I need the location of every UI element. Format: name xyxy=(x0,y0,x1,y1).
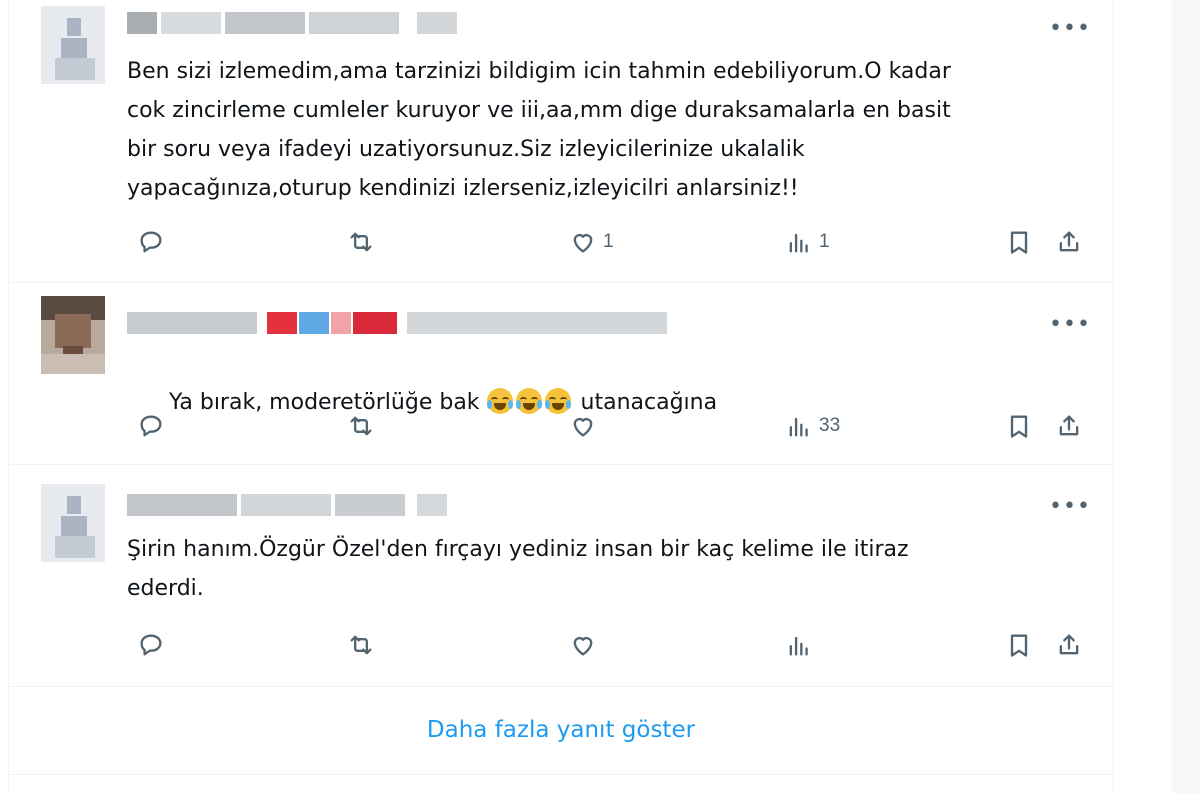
reply-tweet[interactable]: ••• Ya bırak, moderetörlüğe bak utanacağ… xyxy=(9,282,1113,465)
views-count: 33 xyxy=(819,415,841,436)
avatar[interactable] xyxy=(41,6,105,84)
blurred-username[interactable] xyxy=(127,12,467,34)
action-bar: 1 1 xyxy=(127,225,1087,259)
bookmark-button[interactable] xyxy=(1005,628,1033,662)
views-icon xyxy=(789,233,808,253)
share-icon xyxy=(1059,415,1079,436)
more-options-icon[interactable]: ••• xyxy=(1049,314,1090,338)
reply-text: Ya bırak, moderetörlüğe bak utanacağına xyxy=(127,344,1087,461)
reply-tweet[interactable]: ••• Şirin hanım.Özgür Özel'den fırçayı y… xyxy=(9,464,1113,687)
reply-button[interactable] xyxy=(137,225,165,259)
bookmark-icon xyxy=(1010,415,1028,438)
bookmark-button[interactable] xyxy=(1005,409,1033,443)
reply-text: Şirin hanım.Özgür Özel'den fırçayı yedin… xyxy=(127,537,909,601)
bookmark-button[interactable] xyxy=(1005,225,1033,259)
reply-icon xyxy=(140,634,162,656)
share-icon xyxy=(1059,231,1079,252)
retweet-button[interactable] xyxy=(347,409,375,443)
action-bar xyxy=(127,628,1087,662)
blurred-username[interactable] xyxy=(127,312,667,334)
views-icon xyxy=(789,417,808,437)
action-bar: 33 xyxy=(127,409,1087,443)
views-icon xyxy=(789,636,808,656)
retweet-button[interactable] xyxy=(347,225,375,259)
more-options-icon[interactable]: ••• xyxy=(1049,18,1090,42)
reply-button[interactable] xyxy=(137,628,165,662)
share-button[interactable] xyxy=(1055,409,1083,443)
right-sidebar-edge xyxy=(1172,0,1200,793)
views-count: 1 xyxy=(819,231,830,252)
like-button[interactable]: 1 xyxy=(569,225,614,259)
blurred-username[interactable] xyxy=(127,494,457,516)
views-button[interactable] xyxy=(785,628,819,662)
more-options-icon[interactable]: ••• xyxy=(1049,496,1090,520)
like-count: 1 xyxy=(603,231,614,252)
reply-icon xyxy=(140,415,162,437)
retweet-icon xyxy=(350,416,372,436)
bookmark-icon xyxy=(1010,634,1028,657)
reply-icon xyxy=(140,231,162,253)
avatar[interactable] xyxy=(41,484,105,562)
bookmark-icon xyxy=(1010,231,1028,254)
show-more-replies-link[interactable]: Daha fazla yanıt göster xyxy=(9,686,1113,775)
retweet-icon xyxy=(350,232,372,252)
reply-tweet[interactable]: ••• Ben sizi izlemedim,ama tarzinizi bil… xyxy=(9,0,1113,283)
views-button[interactable]: 33 xyxy=(785,409,840,443)
like-icon xyxy=(573,234,593,253)
retweet-icon xyxy=(350,635,372,655)
like-button[interactable] xyxy=(569,409,603,443)
share-icon xyxy=(1059,634,1079,655)
share-button[interactable] xyxy=(1055,225,1083,259)
like-icon xyxy=(573,418,593,437)
reply-text: Ben sizi izlemedim,ama tarzinizi bildigi… xyxy=(127,59,951,201)
replies-feed: ••• Ben sizi izlemedim,ama tarzinizi bil… xyxy=(8,0,1114,793)
like-button[interactable] xyxy=(569,628,603,662)
reply-button[interactable] xyxy=(137,409,165,443)
avatar[interactable] xyxy=(41,296,105,374)
retweet-button[interactable] xyxy=(347,628,375,662)
views-button[interactable]: 1 xyxy=(785,225,830,259)
share-button[interactable] xyxy=(1055,628,1083,662)
like-icon xyxy=(573,637,593,656)
